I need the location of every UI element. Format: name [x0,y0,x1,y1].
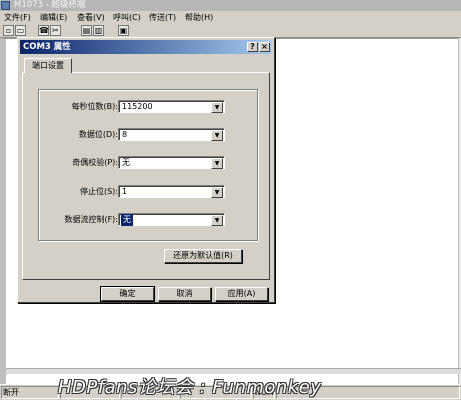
flow-control-value: 无 [121,214,133,226]
dial-icon[interactable]: ☎ [38,25,49,36]
stop-bits-value: 1 [122,187,128,196]
send-icon[interactable]: ▤ [81,25,92,36]
data-bits-select[interactable]: 8 ▼ [118,128,225,141]
receive-icon[interactable]: ▥ [93,25,104,36]
apply-button[interactable]: 应用(A) [215,287,268,301]
stop-bits-label: 停止位(S): [79,187,118,196]
baud-rate-value: 115200 [122,102,153,111]
flow-control-label: 数据流控制(F): [64,215,118,224]
hyperterminal-app-icon [1,1,10,10]
menu-bar: 文件(F) 编辑(E) 查看(V) 呼叫(C) 传送(T) 帮助(H) [0,11,461,24]
dialog-titlebar: COM3 属性 ? × [20,40,272,54]
tab-port-settings[interactable]: 端口设置 [24,58,72,73]
baud-rate-label: 每秒位数(B): [71,102,118,111]
parity-value: 无 [122,158,130,167]
chevron-down-icon[interactable]: ▼ [211,187,223,198]
parity-select[interactable]: 无 ▼ [118,156,225,169]
window-title: M1073 - 超级终端 [14,0,86,10]
properties-icon[interactable]: ▣ [118,25,129,36]
ok-button[interactable]: 确定 [100,286,155,302]
toolbar: ▫ ▭ ☎ ✂ ▤ ▥ ▣ [0,24,461,38]
menu-transfer[interactable]: 传送(T) [149,12,176,23]
cancel-button[interactable]: 取消 [158,287,211,301]
dialog-title: COM3 属性 [23,42,71,52]
disconnect-icon[interactable]: ✂ [50,25,61,36]
flow-control-select[interactable]: 无 ▼ [118,213,225,226]
data-bits-label: 数据位(D): [78,130,118,139]
com-properties-dialog: COM3 属性 ? × 端口设置 每秒位数(B): 115200 ▼ 数据位(D… [17,37,275,303]
status-connection: 断开 [1,386,59,399]
menu-file[interactable]: 文件(F) [4,12,31,23]
chevron-down-icon[interactable]: ▼ [211,158,223,169]
data-bits-value: 8 [122,130,128,139]
menu-view[interactable]: 查看(V) [77,12,105,23]
open-folder-icon[interactable]: ▭ [15,25,26,36]
close-button[interactable]: × [259,42,270,52]
main-titlebar: M1073 - 超级终端 [0,0,461,11]
menu-edit[interactable]: 编辑(E) [40,12,67,23]
chevron-down-icon[interactable]: ▼ [211,130,223,141]
stop-bits-select[interactable]: 1 ▼ [118,185,225,198]
chevron-down-icon[interactable]: ▼ [211,215,223,226]
help-button[interactable]: ? [247,42,258,52]
baud-rate-select[interactable]: 115200 ▼ [118,100,225,113]
menu-help[interactable]: 帮助(H) [185,12,213,23]
menu-call[interactable]: 呼叫(C) [113,12,141,23]
watermark-text: HDPfans论坛会 : Funmonkey [58,377,322,398]
restore-defaults-button[interactable]: 还原为默认值(R) [164,249,242,263]
chevron-down-icon[interactable]: ▼ [211,102,223,113]
parity-label: 奇偶校验(P): [72,158,118,167]
new-file-icon[interactable]: ▫ [3,25,14,36]
